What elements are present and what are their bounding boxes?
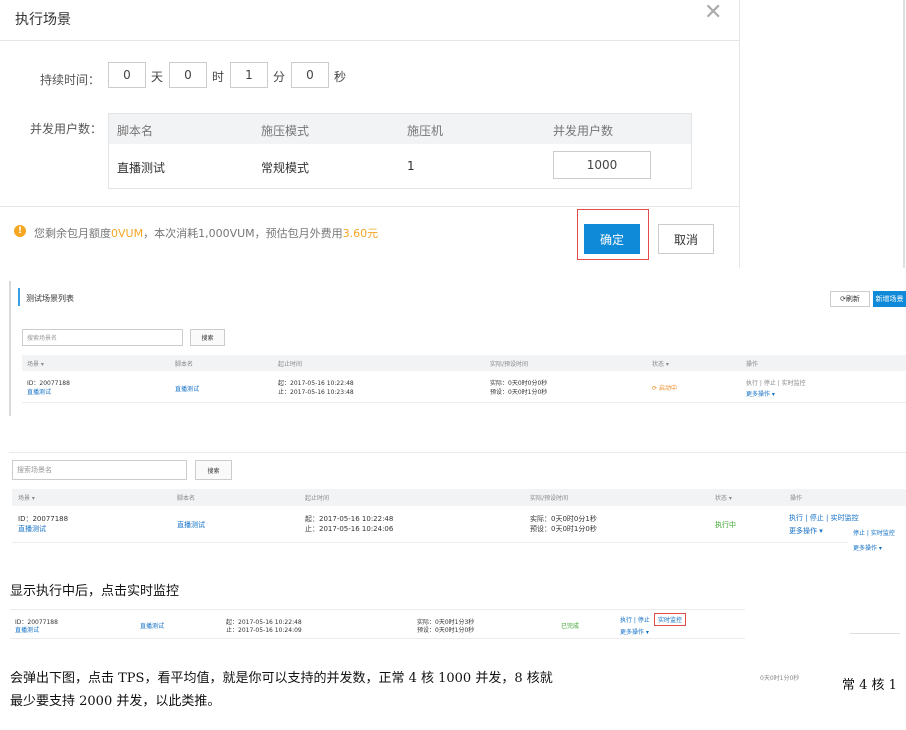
divider (0, 206, 740, 207)
status-text: 启动中 (658, 385, 677, 392)
billing-notice: 您剩余包月额度0VUM，本次消耗1,000VUM，预估包月外费用3.60元 (34, 225, 378, 241)
divider (850, 633, 900, 634)
refresh-button[interactable]: ⟳刷新 (830, 291, 870, 307)
scene-name-link[interactable]: 直播测试 (15, 625, 39, 634)
confirm-button[interactable]: 确定 (584, 224, 640, 254)
col-script: 脚本名 (177, 495, 196, 502)
col-duration: 实际/预设时间 (490, 361, 529, 368)
cancel-button[interactable]: 取消 (658, 224, 714, 254)
col-scene[interactable]: 场景 ▾ (18, 493, 35, 502)
col-time: 起止时间 (278, 361, 303, 368)
duration-seconds-input[interactable]: 0 (291, 62, 329, 88)
script-link[interactable]: 直播测试 (140, 621, 164, 630)
col-time: 起止时间 (305, 495, 330, 502)
notice-prefix: 您剩余包月额度 (34, 227, 111, 240)
notice-middle: ，本次消耗1,000VUM，预估包月外费用 (143, 227, 343, 240)
row-actions[interactable]: 执行 | 停止 | 实时监控 (746, 378, 806, 387)
scene-list-title: 测试场景列表 (26, 294, 74, 303)
hours-unit: 时 (212, 70, 225, 84)
preset-time: 预设：0天0时1分0秒 (417, 627, 475, 634)
row-mode: 常规模式 (261, 161, 310, 175)
table-row: ID：20077188 直播测试 直播测试 起：2017-05-16 10:22… (10, 609, 745, 639)
notice-quota: 0VUM (111, 227, 144, 240)
search-button[interactable]: 搜索 (195, 460, 232, 480)
col-scene[interactable]: 场景 ▾ (27, 359, 44, 368)
status-finished: 已完成 (561, 623, 580, 630)
more-actions[interactable]: 更多操作 ▾ (789, 526, 823, 536)
actual-time: 实际：0天0时0分1秒 (530, 515, 597, 523)
preset-time: 预设：0天0时1分0秒 (490, 389, 548, 396)
page-edge (903, 0, 905, 268)
overlay-fragment: 停止 | 实时监控 更多操作 ▾ (848, 523, 906, 555)
row-script: 直播测试 (117, 161, 166, 175)
caption-tail: 常 4 核 1 (842, 678, 897, 693)
col-script: 脚本名 (117, 124, 154, 138)
search-button[interactable]: 搜索 (190, 329, 225, 346)
divider (9, 281, 11, 416)
script-link[interactable]: 直播测试 (177, 520, 205, 530)
end-time: 止：2017-05-16 10:23:48 (278, 389, 354, 396)
overlay-time: 0天0时1分0秒 (760, 675, 800, 682)
search-input[interactable]: 搜索场景名 (22, 329, 183, 346)
overlay-more-actions[interactable]: 更多操作 ▾ (853, 543, 882, 552)
col-users: 并发用户数 (553, 124, 614, 138)
col-actions: 操作 (746, 361, 759, 368)
table-row: ID：20077188 直播测试 直播测试 起：2017-05-16 10:22… (12, 507, 906, 543)
script-link[interactable]: 直播测试 (175, 384, 199, 393)
col-mode: 施压模式 (261, 124, 310, 138)
divider (0, 40, 740, 41)
row-actions[interactable]: 执行 | 停止 (620, 615, 650, 624)
warning-icon: ! (14, 225, 26, 237)
duration-minutes-input[interactable]: 1 (230, 62, 268, 88)
table-row: ID：20077188 直播测试 直播测试 起：2017-05-16 10:22… (22, 373, 906, 403)
seconds-unit: 秒 (334, 70, 347, 84)
dialog-title: 执行场景 (15, 12, 71, 28)
spinner-icon: ⟳ (652, 385, 659, 392)
scene-id: ID：20077188 (18, 515, 69, 523)
actual-time: 实际：0天0时0分0秒 (490, 380, 548, 387)
caption-step: 显示执行中后，点击实时监控 (10, 584, 180, 599)
duration-hours-input[interactable]: 0 (169, 62, 207, 88)
col-script: 脚本名 (175, 361, 194, 368)
end-time: 止：2017-05-16 10:24:09 (226, 627, 302, 634)
status-starting: ⟳ 启动中 (652, 383, 677, 392)
start-time: 起：2017-05-16 10:22:48 (278, 380, 354, 387)
end-time: 止：2017-05-16 10:24:06 (305, 525, 394, 533)
duration-days-input[interactable]: 0 (108, 62, 146, 88)
realtime-monitor-link[interactable]: 实时监控 (654, 613, 687, 626)
concurrent-users-label: 并发用户数： (30, 122, 103, 136)
caption-explanation: 会弹出下图，点击 TPS，看平均值，就是你可以支持的并发数，正常 4 核 100… (10, 671, 553, 686)
col-actions: 操作 (790, 495, 803, 502)
col-machines: 施压机 (407, 124, 444, 138)
days-unit: 天 (151, 70, 164, 84)
notice-cost: 3.60元 (342, 227, 379, 240)
list-header (22, 355, 906, 371)
duration-label: 持续时间： (40, 73, 101, 87)
close-icon[interactable]: ✕ (704, 2, 722, 24)
preset-time: 预设：0天0时1分0秒 (530, 525, 597, 533)
row-machines: 1 (407, 159, 415, 173)
caption-explanation-line2: 最少要支持 2000 并发，以此类推。 (10, 694, 221, 709)
col-duration: 实际/预设时间 (530, 495, 569, 502)
start-time: 起：2017-05-16 10:22:48 (305, 515, 394, 523)
more-actions[interactable]: 更多操作 ▾ (620, 627, 649, 636)
minutes-unit: 分 (273, 70, 286, 84)
concurrent-users-input[interactable]: 1000 (553, 151, 651, 179)
overlay-actions[interactable]: 停止 | 实时监控 (853, 528, 895, 537)
scene-id: ID：20077188 (27, 380, 70, 387)
divider (9, 452, 906, 453)
scene-name-link[interactable]: 直播测试 (18, 524, 46, 534)
row-actions[interactable]: 执行 | 停止 | 实时监控 (789, 513, 859, 523)
new-scene-button[interactable]: 新增场景 (873, 291, 906, 307)
execute-scene-dialog: 执行场景 ✕ 持续时间： 0 天 0 时 1 分 0 秒 并发用户数： 脚本名 … (0, 0, 740, 268)
search-input[interactable]: 搜索场景名 (12, 460, 187, 480)
list-header (12, 489, 906, 506)
title-accent (18, 288, 20, 306)
status-running: 执行中 (715, 521, 736, 529)
col-status[interactable]: 状态 ▾ (715, 493, 732, 502)
scene-name-link[interactable]: 直播测试 (27, 387, 51, 396)
more-actions[interactable]: 更多操作 ▾ (746, 389, 775, 398)
col-status[interactable]: 状态 ▾ (652, 359, 669, 368)
